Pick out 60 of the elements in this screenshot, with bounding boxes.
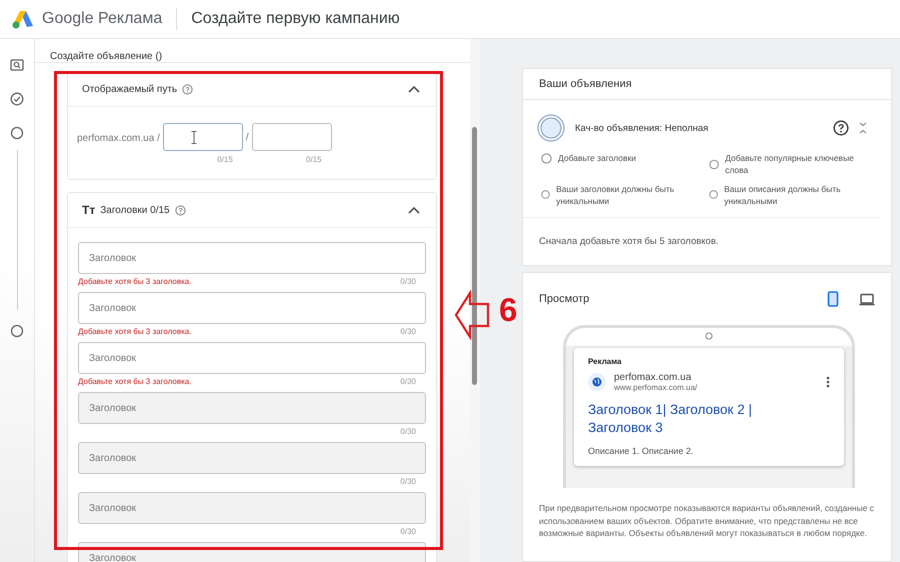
checklist-item: Ваши заголовки должны быть уникальными bbox=[556, 182, 676, 208]
card-title: Отображаемый путь bbox=[82, 84, 178, 94]
character-counter: 0/30 bbox=[400, 426, 416, 436]
error-message: Добавьте хотя бы 3 заголовка. bbox=[78, 376, 192, 386]
more-icon[interactable] bbox=[826, 376, 830, 388]
globe-icon bbox=[588, 373, 606, 392]
preview-note: При предварительном просмотре показываются варианты объявлений, созданные с использованием ваших объектов. Обратите внимание, что представлены не все возможные варианты. Объекты объявлений могут показываться в любом порядке. bbox=[538, 502, 876, 540]
checklist-item: Добавьте заголовки bbox=[558, 152, 636, 164]
headline-field[interactable]: Заголовок bbox=[78, 392, 426, 424]
annotation-number: 6 bbox=[499, 293, 518, 326]
hint-text: Сначала добавьте хотя бы 5 заголовков. bbox=[538, 235, 720, 250]
collapse-chevron-icon[interactable] bbox=[408, 85, 420, 93]
headline-field[interactable]: Заголовок bbox=[78, 342, 426, 374]
path-field[interactable] bbox=[252, 123, 332, 151]
section-title: Создайте объявление () bbox=[35, 39, 470, 63]
character-counter: 0/30 bbox=[400, 476, 416, 486]
ad-icon[interactable] bbox=[10, 58, 24, 70]
headline-field[interactable]: Заголовок bbox=[78, 292, 426, 324]
camera-icon bbox=[705, 332, 713, 340]
help-icon[interactable] bbox=[833, 120, 849, 136]
headline-field[interactable]: Заголовок bbox=[78, 492, 426, 524]
error-message: Добавьте хотя бы 3 заголовка. bbox=[78, 326, 192, 336]
ad-description: Описание 1. Описание 2. bbox=[588, 446, 694, 456]
ad-label: Реклама bbox=[588, 357, 622, 366]
character-counter: 0/30 bbox=[400, 326, 416, 336]
card-title: Ваши объявления bbox=[523, 69, 891, 100]
character-counter: 0/15 bbox=[306, 155, 322, 164]
collapse-chevron-icon[interactable] bbox=[408, 206, 420, 214]
annotation-arrow-icon bbox=[454, 290, 490, 340]
checklist-item: Ваши описания должны быть уникальными bbox=[724, 182, 842, 208]
path-field[interactable] bbox=[162, 123, 243, 151]
character-counter: 0/30 bbox=[400, 276, 416, 286]
separator-label: / bbox=[246, 132, 249, 143]
text-format-icon: Tт bbox=[82, 203, 96, 217]
character-counter: 0/15 bbox=[217, 155, 233, 164]
page-title: Создайте первую кампанию bbox=[191, 10, 400, 28]
text-cursor-icon bbox=[190, 131, 197, 144]
expand-collapse-icon[interactable] bbox=[859, 122, 867, 134]
headline-field[interactable]: Заголовок bbox=[78, 442, 426, 474]
check-circle-icon[interactable] bbox=[10, 92, 24, 106]
card-title: Просмотр bbox=[539, 293, 590, 306]
logo-icon bbox=[12, 9, 34, 29]
error-message: Добавьте хотя бы 3 заголовка. bbox=[78, 276, 192, 286]
headline-field[interactable]: Заголовок bbox=[78, 242, 426, 274]
product-name: Google Реклама bbox=[42, 10, 162, 28]
site-name: perfomax.com.ua bbox=[614, 372, 692, 384]
scrollbar-thumb[interactable] bbox=[472, 127, 477, 385]
phone-icon[interactable] bbox=[827, 291, 839, 308]
character-counter: 0/30 bbox=[400, 526, 416, 536]
quality-ring-icon bbox=[537, 114, 565, 142]
site-url: www.perfomax.com.ua/ bbox=[614, 383, 698, 392]
step-circle-icon[interactable] bbox=[10, 324, 24, 338]
checklist-item: Добавьте популярные ключевые слова bbox=[725, 152, 855, 177]
quality-label: Кач-во объявления: Неполная bbox=[575, 122, 708, 134]
card-title: Заголовки 0/15 bbox=[100, 204, 170, 216]
ad-headline[interactable]: Заголовок 1| Заголовок 2 | Заголовок 3 bbox=[588, 401, 788, 436]
character-counter: 0/30 bbox=[400, 376, 416, 386]
domain-label: perfomax.com.ua / bbox=[77, 133, 160, 144]
laptop-icon[interactable] bbox=[859, 292, 875, 306]
step-circle-icon[interactable] bbox=[10, 126, 24, 140]
